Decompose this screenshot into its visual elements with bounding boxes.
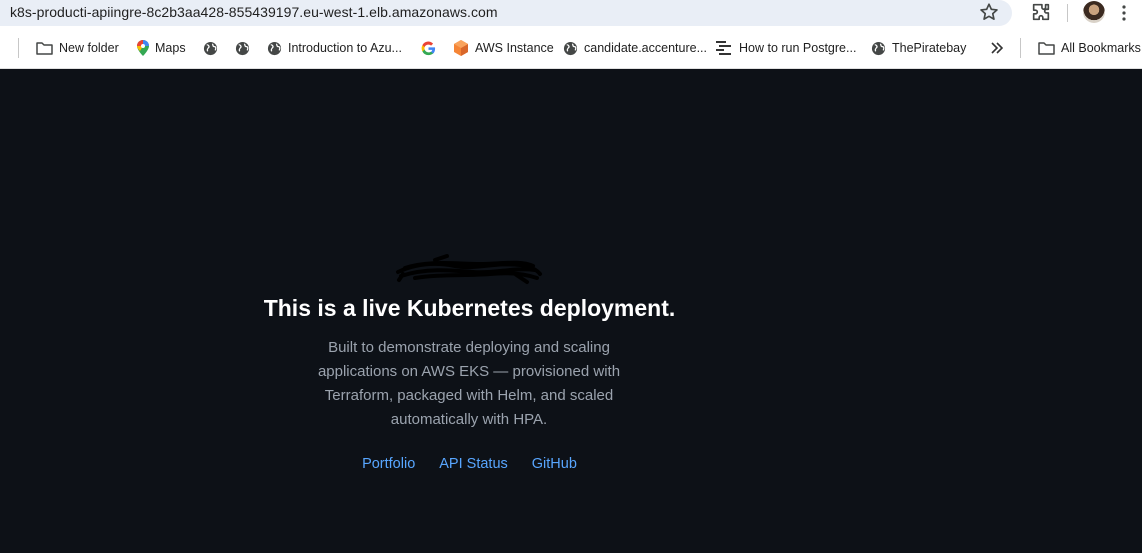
page-description: Built to demonstrate deploying and scali…: [317, 339, 621, 428]
bookmark-globe-2[interactable]: [235, 38, 250, 58]
bookmark-label: How to run Postgre...: [739, 41, 857, 55]
bookmarks-divider: [18, 38, 19, 58]
browser-toolbar: k8s-producti-apiingre-8c2b3aa428-8554391…: [0, 0, 1142, 26]
folder-icon: [36, 42, 53, 55]
bookmark-new-folder[interactable]: New folder: [36, 38, 119, 58]
bookmark-maps[interactable]: Maps: [137, 38, 186, 58]
bookmark-globe-1[interactable]: [203, 38, 218, 58]
address-bar[interactable]: k8s-producti-apiingre-8c2b3aa428-8554391…: [0, 0, 1012, 26]
bookmark-aws-instance[interactable]: AWS Instance: [453, 38, 554, 58]
footer-links: Portfolio API Status GitHub: [0, 456, 939, 472]
bookmark-label: candidate.accenture...: [584, 41, 707, 55]
extensions-icon[interactable]: [1030, 1, 1052, 23]
portfolio-link[interactable]: Portfolio: [362, 456, 415, 472]
globe-icon: [203, 41, 218, 55]
bookmarks-bar: New folder Maps Introduction to Azu... A…: [0, 26, 1142, 69]
bookmark-label: New folder: [59, 41, 119, 55]
globe-icon: [563, 41, 578, 55]
profile-avatar[interactable]: [1083, 1, 1105, 23]
bookmark-azure-intro[interactable]: Introduction to Azu...: [267, 38, 402, 58]
all-bookmarks-button[interactable]: All Bookmarks: [1038, 38, 1141, 58]
toolbar-divider: [1067, 4, 1068, 22]
bookmarks-divider: [1020, 38, 1021, 58]
folder-icon: [1038, 42, 1055, 55]
bookmark-apps[interactable]: [0, 38, 4, 58]
page-headline: This is a live Kubernetes deployment.: [263, 295, 676, 321]
google-icon: [421, 41, 436, 55]
api-status-link[interactable]: API Status: [439, 456, 508, 472]
bookmark-label: ThePiratebay: [892, 41, 967, 55]
list-icon: [716, 41, 731, 55]
chevron-double-right-icon: [991, 42, 1003, 54]
globe-icon: [267, 41, 282, 55]
redaction-scribble: [396, 254, 542, 284]
bookmark-google[interactable]: [421, 38, 436, 58]
all-bookmarks-label: All Bookmarks: [1061, 41, 1141, 55]
menu-icon[interactable]: [1122, 4, 1126, 22]
globe-icon: [235, 41, 250, 55]
page-content: This is a live Kubernetes deployment. Bu…: [0, 69, 1142, 553]
bookmarks-overflow-button[interactable]: [991, 38, 1003, 58]
maps-pin-icon: [137, 40, 149, 56]
bookmark-candidate-accenture[interactable]: candidate.accenture...: [563, 38, 707, 58]
globe-icon: [871, 41, 886, 55]
bookmark-thepiratebay[interactable]: ThePiratebay: [871, 38, 966, 58]
star-icon[interactable]: [978, 1, 1000, 23]
bookmark-label: AWS Instance: [475, 41, 554, 55]
bookmark-label: Maps: [155, 41, 186, 55]
apps-grid-icon: [0, 40, 4, 56]
bookmark-postgres[interactable]: How to run Postgre...: [716, 38, 856, 58]
url-text[interactable]: k8s-producti-apiingre-8c2b3aa428-8554391…: [10, 4, 498, 20]
aws-cube-icon: [454, 40, 468, 56]
github-link[interactable]: GitHub: [532, 456, 577, 472]
bookmark-label: Introduction to Azu...: [288, 41, 402, 55]
